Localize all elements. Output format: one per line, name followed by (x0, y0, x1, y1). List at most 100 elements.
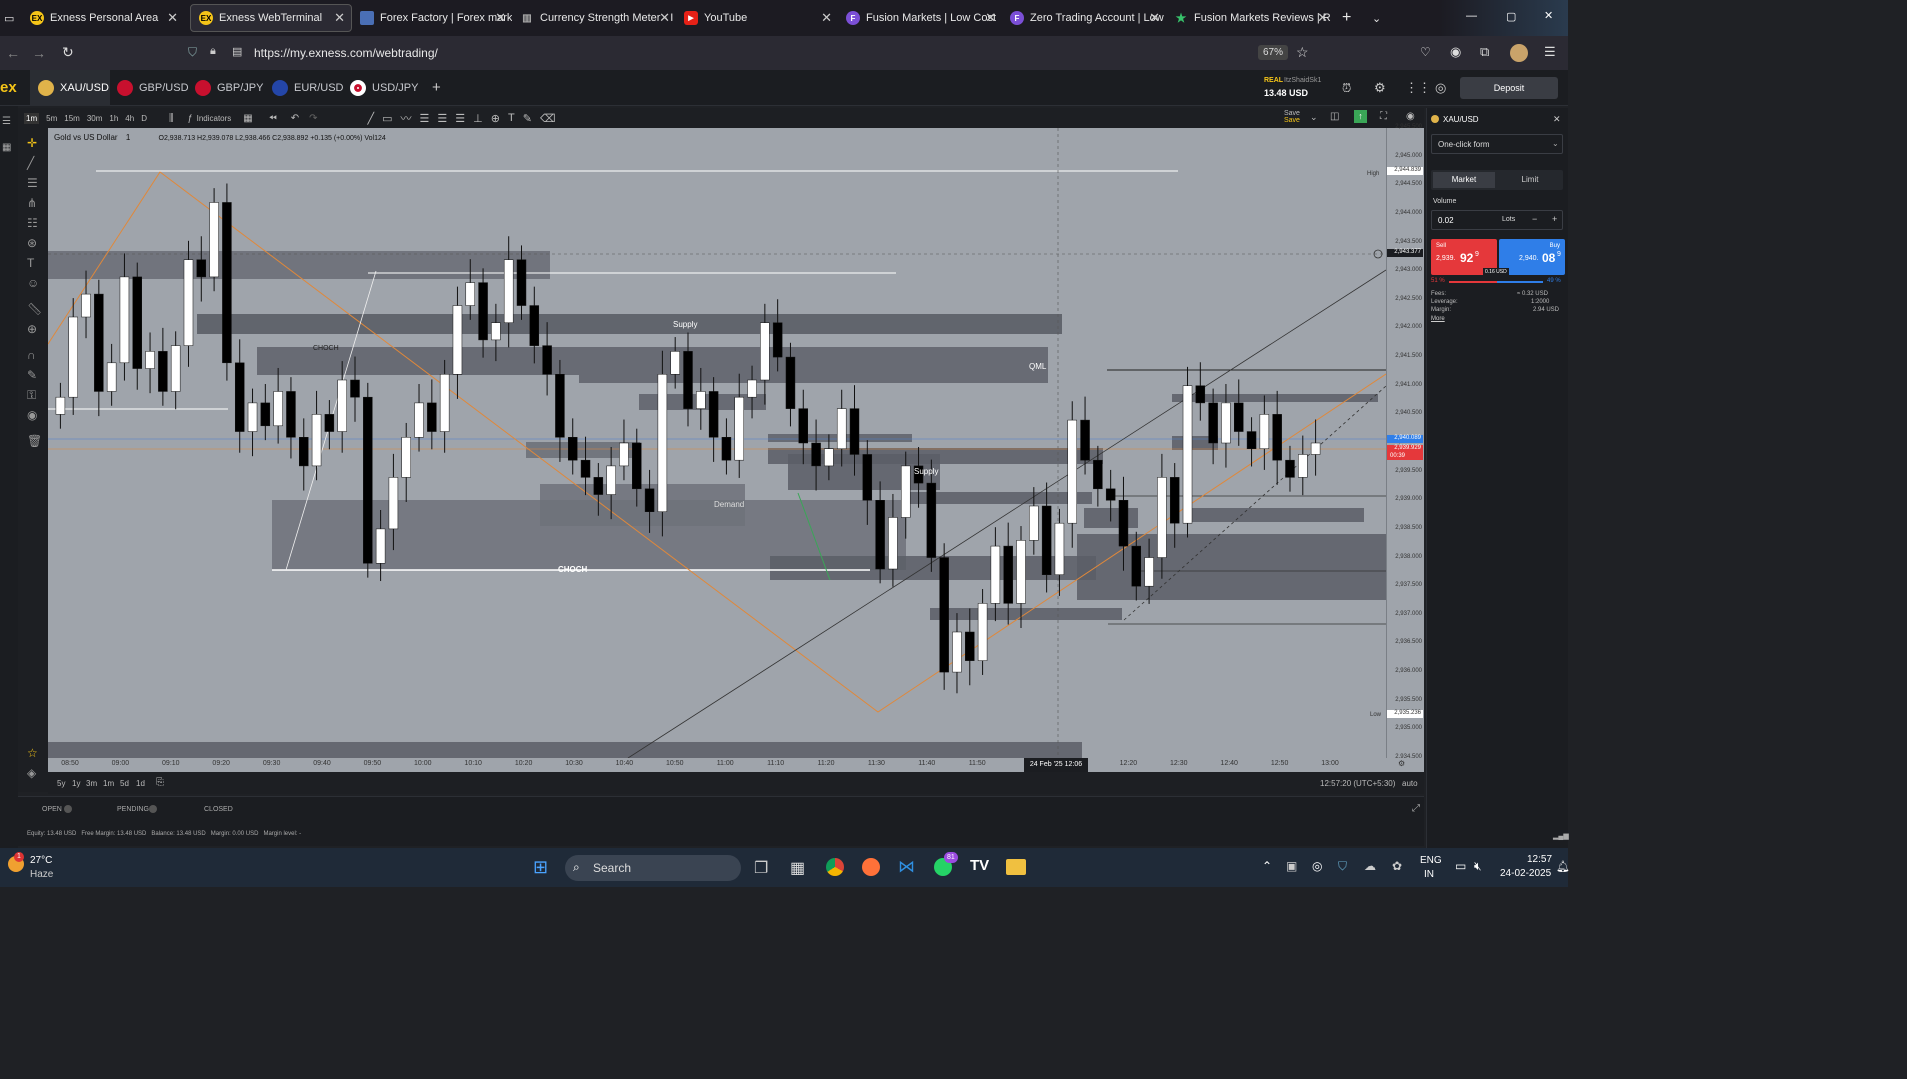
tray-icon-2[interactable]: ◎ (1312, 859, 1322, 873)
volume-mute-icon[interactable]: 🔇︎ (1474, 859, 1482, 874)
close-tab-icon[interactable]: ✕ (495, 10, 506, 26)
tab-open-positions[interactable]: OPEN (42, 806, 62, 813)
zone-rect[interactable] (48, 742, 1082, 758)
firefox-icon[interactable] (862, 858, 880, 876)
add-symbol-button[interactable]: + (432, 79, 441, 96)
back-icon[interactable]: ← (6, 45, 20, 61)
auto-scale-button[interactable]: auto (1402, 779, 1418, 788)
menu-icon[interactable]: ☰ (1544, 44, 1556, 60)
rectangle-tool-icon[interactable]: ▭ (382, 112, 392, 125)
close-tab-icon[interactable]: ✕ (334, 10, 345, 26)
fullscreen-icon[interactable]: ⛶ (1380, 111, 1387, 122)
supply-zone[interactable] (197, 314, 1062, 334)
indicators-button[interactable]: Indicators (197, 114, 232, 123)
gear-icon[interactable]: ⚙ (1374, 80, 1386, 96)
symbol-tab[interactable]: USD/JPY (350, 70, 418, 106)
range-1d[interactable]: 1d (136, 779, 145, 788)
chrome-icon[interactable] (826, 858, 844, 876)
zone-rect[interactable] (910, 492, 1092, 504)
buy-button[interactable]: Buy 2,940. 08 9 (1499, 239, 1565, 275)
chart-canvas[interactable]: Supply Supply QML CHOCH CHOCH Demand Hig… (48, 128, 1386, 758)
tray-chevron-icon[interactable]: ⌃ (1262, 859, 1272, 873)
range-5y[interactable]: 5y (57, 779, 65, 788)
pattern-icon[interactable]: ⊛ (27, 236, 37, 250)
zoom-icon[interactable]: ⊕ (27, 322, 37, 336)
publish-icon[interactable]: ↑ (1354, 110, 1367, 123)
screenshot-icon[interactable]: ◫ (1330, 111, 1339, 122)
close-panel-icon[interactable]: ✕ (1553, 114, 1561, 125)
horizontal-lines-icon[interactable]: ☰ (27, 176, 38, 190)
weather-desc[interactable]: Haze (30, 869, 53, 880)
profile-avatar[interactable] (1510, 44, 1528, 62)
display-icon[interactable]: ▭ (1455, 859, 1466, 873)
tab-dropdown-icon[interactable]: ⌄ (1364, 4, 1394, 32)
market-order-tab[interactable]: Market (1433, 172, 1495, 188)
lock-drawings-icon[interactable]: ⚿ (27, 388, 36, 403)
account-balance[interactable]: 13.48 USD (1264, 88, 1308, 98)
price-chart[interactable]: Supply Supply QML CHOCH CHOCH Demand Hig… (48, 128, 1386, 758)
axis-settings-icon[interactable]: ⚙ (1398, 759, 1405, 768)
apps-grid-icon[interactable]: ⋮⋮ (1405, 80, 1431, 96)
tab-closed-positions[interactable]: CLOSED (204, 806, 233, 813)
taskbar-search[interactable]: ⌕ Search (565, 855, 741, 881)
symbol-tab[interactable]: GBP/JPY (195, 70, 263, 106)
browser-tab[interactable]: ★ Fusion Markets Reviews | R ✕ (1166, 4, 1334, 32)
more-link[interactable]: More (1431, 316, 1445, 322)
measure-tool-icon[interactable]: ⊥ (473, 112, 483, 125)
channel-tool-icon[interactable]: ☰ (437, 112, 447, 125)
extensions-icon[interactable]: ⧉ (1480, 44, 1489, 60)
lock-icon[interactable]: 🔒︎ (210, 45, 216, 58)
zone-rect[interactable] (1184, 508, 1364, 522)
pitchfork-tool-icon[interactable]: ☰ (455, 112, 465, 125)
timeframe-1h[interactable]: 1h (109, 114, 118, 123)
notifications-icon[interactable]: 🔔︎ (1556, 860, 1570, 873)
eye-icon[interactable]: ◉ (1406, 111, 1415, 122)
candle-type-icon[interactable]: ⫼ (169, 113, 174, 124)
tradingview-icon[interactable]: TV (970, 857, 989, 874)
tab-pending-orders[interactable]: PENDING (117, 806, 149, 813)
user-profile-icon[interactable]: ◎ (1435, 80, 1446, 96)
close-tab-icon[interactable]: ✕ (821, 10, 832, 26)
trendline-tool-icon[interactable]: ╱ (368, 112, 375, 125)
pitchfork-icon[interactable]: ⋔ (27, 196, 37, 210)
range-5d[interactable]: 5d (120, 779, 129, 788)
browser-tab[interactable]: F Zero Trading Account | Low ✕ (1002, 4, 1166, 32)
undo-icon[interactable]: ↶ (291, 113, 299, 124)
path-tool-icon[interactable]: 〰 (401, 110, 412, 126)
vscode-icon[interactable]: ⋈ (898, 857, 915, 877)
pocket-icon[interactable]: ♡ (1420, 45, 1431, 59)
eraser-tool-icon[interactable]: ⌫ (540, 112, 556, 125)
close-window-icon[interactable]: ✕ (1544, 9, 1553, 22)
timeframe-15m[interactable]: 15m (64, 114, 80, 123)
layers-icon[interactable]: ◈ (27, 766, 36, 780)
taskbar-time[interactable]: 12:57 (1527, 854, 1552, 865)
replay-icon[interactable]: ⏪︎ (269, 113, 277, 124)
browser-tab-active[interactable]: EX Exness WebTerminal ✕ (190, 4, 352, 32)
volume-unit[interactable]: Lots (1502, 216, 1515, 223)
limit-order-tab[interactable]: Limit (1499, 172, 1561, 188)
volume-decrease-button[interactable]: − (1532, 214, 1537, 224)
zone-rect[interactable] (48, 251, 550, 279)
trash-icon[interactable]: 🗑︎ (27, 434, 42, 448)
close-tab-icon[interactable]: ✕ (167, 10, 178, 26)
account-icon[interactable]: ◉ (1450, 44, 1461, 60)
timeframe-1m[interactable]: 1m (24, 112, 40, 124)
browser-tab[interactable]: ▥ Currency Strength Meter - I ✕ (512, 4, 676, 32)
tab-list-icon[interactable]: ▭ (0, 4, 22, 32)
symbol-tab[interactable]: GBP/USD (117, 70, 189, 106)
weather-temp[interactable]: 27°C (30, 855, 52, 866)
minimize-icon[interactable]: — (1466, 10, 1477, 22)
alarm-clock-icon[interactable]: ⏰︎ (1342, 81, 1351, 96)
save-dropdown-icon[interactable]: ⌄ (1310, 112, 1318, 123)
close-tab-icon[interactable]: ✕ (1317, 10, 1328, 26)
crosshair-icon[interactable]: ✛ (27, 136, 37, 150)
pencil-lock-icon[interactable]: ✎ (27, 368, 37, 382)
redo-icon[interactable]: ↷ (309, 113, 317, 124)
deposit-button[interactable]: Deposit (1460, 77, 1558, 99)
favorites-star-icon[interactable]: ☆ (27, 746, 38, 760)
reload-icon[interactable]: ↻ (62, 44, 74, 61)
tray-icon-3[interactable]: ⛉ (1338, 859, 1347, 874)
hide-drawings-icon[interactable]: ◉ (27, 408, 37, 422)
expand-panel-icon[interactable]: ⤢ (1412, 803, 1420, 814)
close-tab-icon[interactable]: ✕ (985, 10, 996, 26)
